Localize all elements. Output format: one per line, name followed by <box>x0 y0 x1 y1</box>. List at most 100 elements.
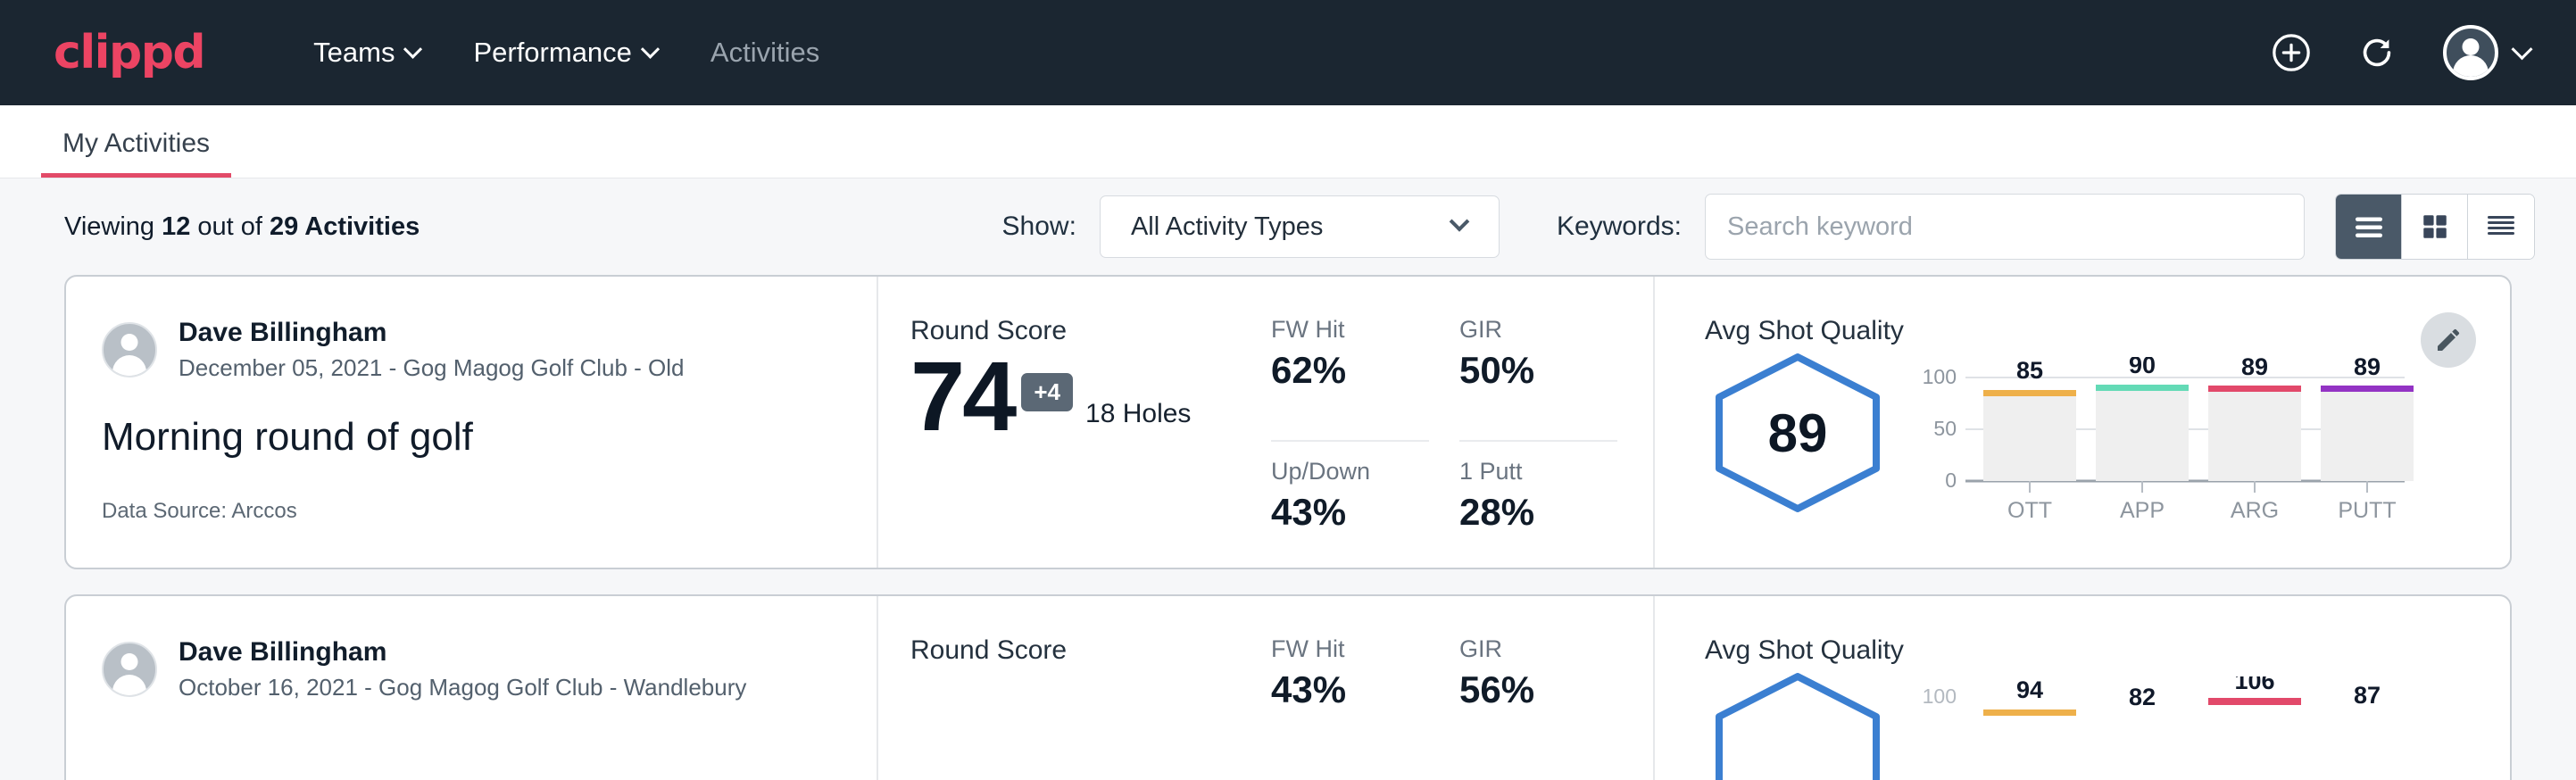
bar-value-label: 87 <box>2354 682 2381 709</box>
add-button[interactable] <box>2266 28 2316 78</box>
account-avatar-icon <box>2443 25 2498 80</box>
pencil-icon <box>2434 326 2463 354</box>
refresh-button[interactable] <box>2352 28 2402 78</box>
round-stats-grid: FW Hit 43% GIR 56% <box>1271 596 1655 780</box>
keywords-label: Keywords: <box>1557 212 1682 242</box>
shot-quality-bar-chart: 100 94 82 106 87 <box>1923 676 2422 780</box>
round-score-label: Round Score <box>910 635 1271 666</box>
stat-gir: GIR 50% <box>1459 316 1617 442</box>
view-mode-toggle-group <box>2335 194 2535 260</box>
stat-value: 43% <box>1271 491 1429 534</box>
activity-info-column: Dave Billingham October 16, 2021 - Gog M… <box>66 596 878 780</box>
stat-label: GIR <box>1459 635 1617 663</box>
primary-nav: Teams Performance Activities <box>287 37 846 69</box>
tab-label: My Activities <box>62 129 210 158</box>
stat-value: 43% <box>1271 668 1429 711</box>
filter-bar: Viewing 12 out of 29 Activities Show: Al… <box>0 178 2576 275</box>
stat-value: 62% <box>1271 349 1429 392</box>
account-menu[interactable] <box>2443 25 2530 80</box>
activity-card[interactable]: Dave Billingham October 16, 2021 - Gog M… <box>64 594 2512 780</box>
bar-value-label: 89 <box>2354 357 2381 380</box>
app-logo[interactable]: clippd <box>54 29 204 76</box>
x-tick-label: PUTT <box>2338 498 2396 523</box>
activity-meta: December 05, 2021 - Gog Magog Golf Club … <box>179 353 685 384</box>
avg-shot-quality-column: Avg Shot Quality 89 100 50 0 <box>1655 277 2510 568</box>
holes-label: 18 Holes <box>1085 399 1191 429</box>
avatar <box>102 642 157 697</box>
tab-my-activities[interactable]: My Activities <box>41 129 231 178</box>
bar-cap <box>2208 386 2301 392</box>
bar-app: 82 <box>2129 684 2156 710</box>
activity-title: Morning round of golf <box>102 415 841 460</box>
edit-activity-button[interactable] <box>2421 312 2476 368</box>
compact-view-icon <box>2485 213 2517 240</box>
avg-shot-quality-label: Avg Shot Quality <box>1705 316 2510 346</box>
y-tick-0: 0 <box>1945 469 1957 492</box>
bar-app: 90 APP <box>2096 357 2189 523</box>
activity-card-list: Dave Billingham December 05, 2021 - Gog … <box>0 275 2576 780</box>
x-tick-label: OTT <box>2007 498 2052 523</box>
round-score-column: Round Score 74 +4 18 Holes <box>878 277 1271 568</box>
nav-item-teams[interactable]: Teams <box>287 37 446 69</box>
activity-info-column: Dave Billingham December 05, 2021 - Gog … <box>66 277 878 568</box>
tab-bar: My Activities <box>0 105 2576 178</box>
bar-value-label: 82 <box>2129 684 2156 710</box>
player-name: Dave Billingham <box>179 316 685 350</box>
bar-value-label: 90 <box>2129 357 2156 378</box>
view-mode-compact-button[interactable] <box>2468 195 2534 259</box>
stat-label: 1 Putt <box>1459 458 1617 485</box>
bar-chart-svg: 100 94 82 106 87 <box>1923 676 2422 780</box>
y-tick-50: 50 <box>1933 417 1957 440</box>
quality-hexagon: 89 <box>1705 348 1890 518</box>
player-name: Dave Billingham <box>179 635 746 669</box>
view-mode-grid-button[interactable] <box>2402 195 2468 259</box>
bar-value-label: 89 <box>2241 357 2268 380</box>
bar-cap <box>2208 698 2301 705</box>
author-text-block: Dave Billingham October 16, 2021 - Gog M… <box>179 635 746 702</box>
quality-row: 100 94 82 106 87 <box>1705 668 2510 780</box>
show-label: Show: <box>1002 212 1076 242</box>
activity-card[interactable]: Dave Billingham December 05, 2021 - Gog … <box>64 275 2512 569</box>
bar-chart-svg: 100 50 0 85 OTT <box>1923 357 2422 527</box>
round-score-column: Round Score <box>878 596 1271 780</box>
stat-fw-hit: FW Hit 43% <box>1271 635 1429 780</box>
viewing-middle: out of <box>190 212 270 241</box>
avatar <box>102 322 157 378</box>
activity-author: Dave Billingham December 05, 2021 - Gog … <box>102 316 841 383</box>
stat-up-down: Up/Down 43% <box>1271 442 1429 568</box>
quality-row: 89 100 50 0 <box>1705 348 2510 531</box>
stat-fw-hit: FW Hit 62% <box>1271 316 1429 442</box>
stat-label: FW Hit <box>1271 316 1429 344</box>
quality-score-value: 89 <box>1705 348 1890 518</box>
quality-hexagon <box>1705 668 1890 780</box>
nav-item-activities[interactable]: Activities <box>684 37 846 69</box>
bar-arg: 106 <box>2208 676 2301 705</box>
viewing-prefix: Viewing <box>64 212 162 241</box>
stat-value: 28% <box>1459 491 1617 534</box>
avg-shot-quality-label: Avg Shot Quality <box>1705 635 2510 666</box>
nav-item-label: Teams <box>313 37 395 69</box>
bar-arg: 89 ARG <box>2208 357 2301 523</box>
chevron-down-icon <box>403 39 422 58</box>
plus-circle-icon <box>2271 32 2312 73</box>
bar-value-label: 106 <box>2234 676 2274 694</box>
x-tick-label: ARG <box>2231 498 2279 523</box>
chevron-down-icon <box>1450 212 1470 232</box>
round-score-row: 74 +4 18 Holes <box>910 352 1271 442</box>
shot-quality-bar-chart: 100 50 0 85 OTT <box>1923 357 2422 531</box>
avg-shot-quality-column: Avg Shot Quality 100 94 82 <box>1655 596 2510 780</box>
y-tick-100: 100 <box>1923 685 1957 708</box>
view-mode-list-button[interactable] <box>2336 195 2402 259</box>
nav-item-label: Activities <box>710 37 819 69</box>
activity-type-value: All Activity Types <box>1131 212 1452 242</box>
stat-gir: GIR 56% <box>1459 635 1617 780</box>
search-input[interactable] <box>1705 194 2305 260</box>
bar-cap <box>1983 390 2076 396</box>
stat-value: 50% <box>1459 349 1617 392</box>
stat-label: Up/Down <box>1271 458 1429 485</box>
activity-data-source: Data Source: Arccos <box>102 499 841 524</box>
stat-value: 56% <box>1459 668 1617 711</box>
chevron-down-icon <box>2511 38 2532 60</box>
nav-item-performance[interactable]: Performance <box>446 37 683 69</box>
activity-type-select[interactable]: All Activity Types <box>1100 195 1500 258</box>
